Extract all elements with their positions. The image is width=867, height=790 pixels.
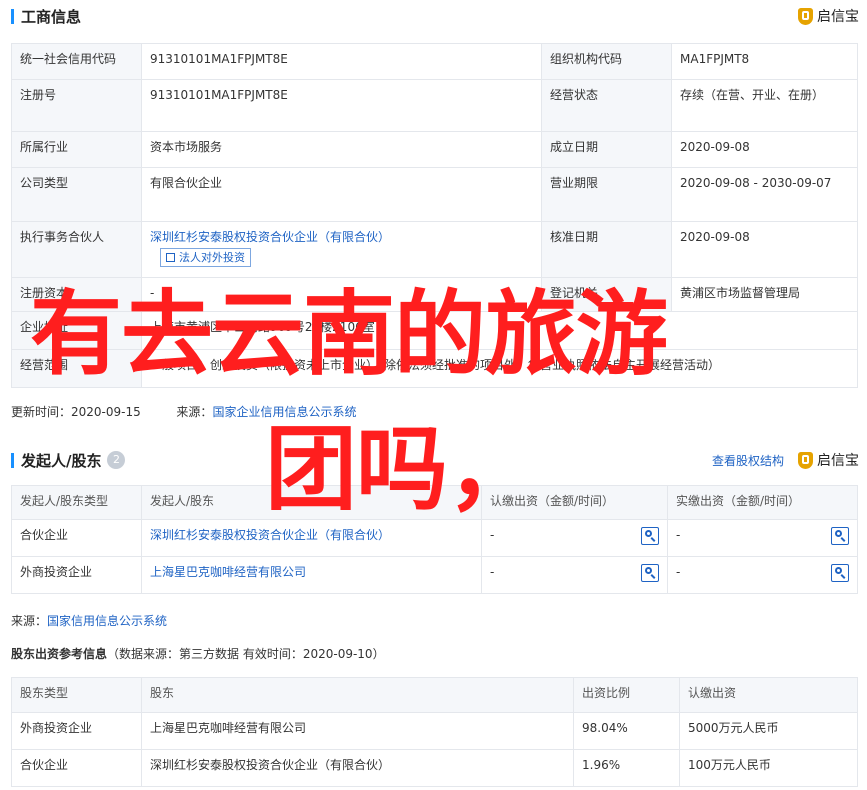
- equity-structure-link[interactable]: 查看股权结构: [712, 452, 784, 469]
- section-title: 股东出资参考信息: [11, 647, 108, 661]
- table-row: 合伙企业 深圳红杉安泰股权投资合伙企业（有限合伙） - -: [11, 519, 858, 557]
- search-icon[interactable]: [641, 527, 659, 545]
- shareholder-link[interactable]: 上海星巴克咖啡经营有限公司: [150, 565, 306, 579]
- table-row: 外商投资企业 上海星巴克咖啡经营有限公司 - -: [11, 556, 858, 594]
- table-row: 注册资本 - 登记机关 黄浦区市场监督管理局: [11, 277, 858, 312]
- source-link[interactable]: 国家企业信用信息公示系统: [212, 405, 356, 419]
- shareholder-source: 来源：国家信用信息公示系统: [11, 614, 168, 628]
- shareholder-link[interactable]: 深圳红杉安泰股权投资合伙企业（有限合伙）: [150, 528, 390, 542]
- count-badge: 2: [107, 451, 126, 469]
- table-header: 股东类型 股东 出资比例 认缴出资: [11, 677, 858, 713]
- export-icon: [166, 253, 175, 262]
- business-info-header: 工商信息 启信宝: [11, 3, 859, 29]
- partner-link[interactable]: 深圳红杉安泰股权投资合伙企业（有限合伙）: [150, 230, 390, 244]
- table-row: 企业地址 上海市黄浦区中山南路969号21楼2106室: [11, 311, 858, 350]
- reference-header: 股东出资参考信息（数据来源：第三方数据 有效时间：2020-09-10）: [11, 647, 385, 661]
- shield-icon: [798, 7, 813, 25]
- table-row: 注册号 91310101MA1FPJMT8E 经营状态 存续（在营、开业、在册）: [11, 79, 858, 132]
- search-icon[interactable]: [641, 564, 659, 582]
- table-header: 发起人/股东类型 发起人/股东 认缴出资（金额/时间） 实缴出资（金额/时间）: [11, 485, 858, 520]
- table-row: 公司类型 有限合伙企业 营业期限 2020-09-08 - 2030-09-07: [11, 167, 858, 222]
- shield-icon: [798, 451, 813, 469]
- table-row: 统一社会信用代码 91310101MA1FPJMT8E 组织机构代码 MA1FP…: [11, 43, 858, 80]
- search-icon[interactable]: [831, 527, 849, 545]
- reference-table: 股东类型 股东 出资比例 认缴出资 外商投资企业 上海星巴克咖啡经营有限公司 9…: [11, 677, 858, 787]
- section-title: 工商信息: [21, 7, 82, 26]
- table-row: 合伙企业 深圳红杉安泰股权投资合伙企业（有限合伙） 1.96% 100万元人民币: [11, 749, 858, 787]
- legal-investment-button[interactable]: 法人对外投资: [160, 248, 251, 267]
- update-meta: 更新时间：2020-09-15 来源：国家企业信用信息公示系统: [11, 405, 357, 419]
- table-row: 执行事务合伙人 深圳红杉安泰股权投资合伙企业（有限合伙） 法人对外投资 核准日期…: [11, 221, 858, 278]
- shareholders-table: 发起人/股东类型 发起人/股东 认缴出资（金额/时间） 实缴出资（金额/时间） …: [11, 485, 858, 594]
- qixinbao-logo[interactable]: 启信宝: [798, 450, 859, 470]
- qixinbao-logo[interactable]: 启信宝: [798, 6, 859, 26]
- search-icon[interactable]: [831, 564, 849, 582]
- table-row: 所属行业 资本市场服务 成立日期 2020-09-08: [11, 131, 858, 168]
- section-title: 发起人/股东: [21, 451, 102, 470]
- table-row: 外商投资企业 上海星巴克咖啡经营有限公司 98.04% 5000万元人民币: [11, 712, 858, 750]
- table-row: 经营范围 一般项目：创业投资（限投资未上市企业）（除依法须经批准的项目外，凭营业…: [11, 349, 858, 388]
- source-link[interactable]: 国家信用信息公示系统: [47, 614, 167, 628]
- shareholders-header: 发起人/股东 2 查看股权结构 启信宝: [11, 447, 859, 473]
- business-info-table: 统一社会信用代码 91310101MA1FPJMT8E 组织机构代码 MA1FP…: [11, 43, 858, 388]
